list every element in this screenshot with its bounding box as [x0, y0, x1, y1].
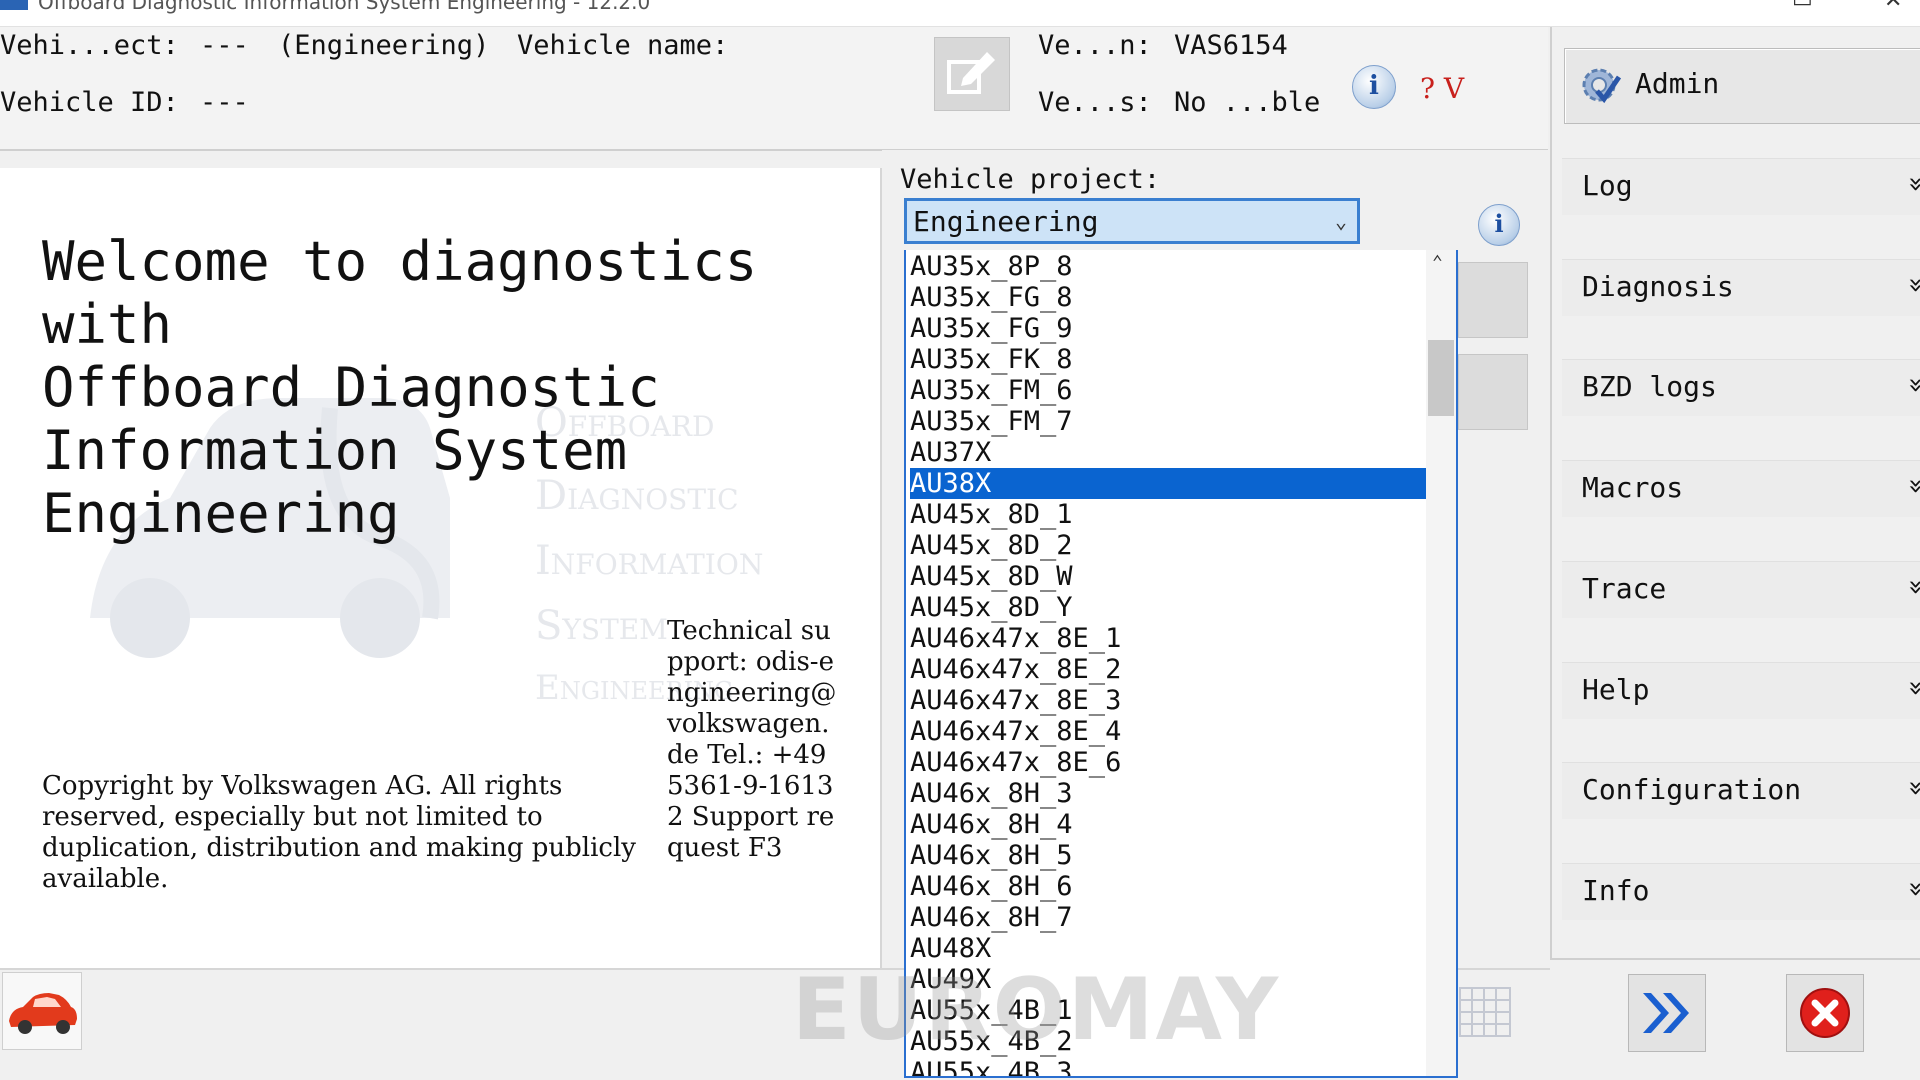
chevron-down-icon: ⌄: [1334, 209, 1347, 233]
close-icon: [1800, 988, 1850, 1038]
admin-button[interactable]: Admin: [1564, 48, 1920, 124]
sidebar-item-label: Macros: [1582, 471, 1684, 504]
welcome-title: Welcome to diagnostics with Offboard Dia…: [42, 230, 758, 545]
chevron-down-icon: »: [1901, 277, 1920, 285]
watermark-text: System: [535, 603, 668, 649]
vehicle-name-label: Vehicle name:: [517, 30, 729, 61]
chevron-down-icon: »: [1901, 478, 1920, 486]
vehicle-project-dropdown-list[interactable]: AU35x_8P_8 AU35x_FG_8 AU35x_FG_9 AU35x_FK_8…: [904, 250, 1458, 1078]
dropdown-option[interactable]: AU55x_4B_3: [910, 1057, 1428, 1076]
vehicle-project-selected-value: Engineering: [913, 205, 1099, 238]
dropdown-option[interactable]: AU35x_FM_6: [910, 375, 1428, 406]
vehicle-project-select[interactable]: Engineering ⌄: [904, 198, 1360, 244]
vehicle-id-label: Vehicle ID:: [0, 87, 179, 118]
dropdown-option[interactable]: AU45x_8D_Y: [910, 592, 1428, 623]
chevron-down-icon: »: [1901, 176, 1920, 184]
edit-vehicle-button[interactable]: [934, 37, 1010, 111]
exit-button[interactable]: [1786, 974, 1864, 1052]
dropdown-option[interactable]: AU46x47x_8E_2: [910, 654, 1428, 685]
help-v-indicator[interactable]: ? V: [1420, 72, 1464, 105]
vehicle-project-value: ---: [200, 30, 249, 61]
vehicle-project-label: Vehi...ect:: [0, 30, 179, 61]
sidebar-item-label: Log: [1582, 169, 1633, 202]
sidebar-item-label: Trace: [1582, 572, 1667, 605]
sidebar-item-info[interactable]: Info »: [1562, 863, 1920, 920]
dropdown-option[interactable]: AU46x_8H_4: [910, 809, 1428, 840]
vehicle-project-mode: (Engineering): [278, 30, 490, 61]
dropdown-option[interactable]: AU35x_FK_8: [910, 344, 1428, 375]
chevron-down-icon: »: [1901, 579, 1920, 587]
dropdown-option[interactable]: AU45x_8D_W: [910, 561, 1428, 592]
sidebar-item-configuration[interactable]: Configuration »: [1562, 762, 1920, 819]
window-title: Offboard Diagnostic Information System E…: [38, 0, 651, 14]
chevron-down-icon: »: [1901, 680, 1920, 688]
dropdown-option[interactable]: AU38X: [910, 468, 1428, 499]
vehicle-id-value: ---: [200, 87, 249, 118]
car-icon: [9, 993, 77, 1034]
admin-label: Admin: [1635, 67, 1720, 100]
info-icon[interactable]: i: [1352, 65, 1396, 109]
dropdown-option[interactable]: AU46x_8H_7: [910, 902, 1428, 933]
technical-support-text: Technical support: odis-engineering@volk…: [667, 616, 837, 863]
dropdown-option[interactable]: AU46x_8H_3: [910, 778, 1428, 809]
dropdown-option[interactable]: AU45x_8D_2: [910, 530, 1428, 561]
sidebar-item-label: Configuration: [1582, 773, 1802, 806]
double-chevron-right-icon: [1643, 993, 1689, 1033]
sidebar-item-log[interactable]: Log »: [1562, 158, 1920, 215]
copyright-text: Copyright by Volkswagen AG. All rights r…: [42, 771, 636, 894]
dropdown-option[interactable]: AU35x_FM_7: [910, 406, 1428, 437]
chevron-down-icon: »: [1901, 881, 1920, 889]
sidebar-item-trace[interactable]: Trace »: [1562, 561, 1920, 618]
app-icon: [0, 0, 28, 10]
sidebar-item-label: Info: [1582, 874, 1650, 907]
vin-value: VAS6154: [1174, 30, 1288, 61]
dropdown-option[interactable]: AU35x_FG_8: [910, 282, 1428, 313]
dropdown-scrollbar[interactable]: ⌃: [1426, 250, 1456, 1076]
scrollbar-thumb[interactable]: [1428, 340, 1454, 416]
dropdown-option[interactable]: AU35x_8P_8: [910, 251, 1428, 282]
vs-value: No ...ble: [1174, 87, 1321, 118]
dropdown-option[interactable]: AU46x47x_8E_6: [910, 747, 1428, 778]
sidebar-item-macros[interactable]: Macros »: [1562, 460, 1920, 517]
sidebar-item-label: Help: [1582, 673, 1650, 706]
grid-icon: [1459, 987, 1511, 1037]
dropdown-option[interactable]: AU46x47x_8E_1: [910, 623, 1428, 654]
euromay-watermark: EUROMAY: [792, 960, 1281, 1060]
window-close-button[interactable]: ✕: [1884, 0, 1902, 13]
side-action-button[interactable]: [1458, 354, 1528, 430]
sidebar-item-diagnosis[interactable]: Diagnosis »: [1562, 259, 1920, 316]
sidebar-item-label: BZD logs: [1582, 370, 1717, 403]
sidebar-item-help[interactable]: Help »: [1562, 662, 1920, 719]
forward-button[interactable]: [1628, 974, 1706, 1052]
welcome-panel: Offboard Diagnostic Information System E…: [0, 168, 882, 968]
dropdown-option[interactable]: AU45x_8D_1: [910, 499, 1428, 530]
dropdown-option[interactable]: AU46x47x_8E_4: [910, 716, 1428, 747]
dropdown-option[interactable]: AU46x47x_8E_3: [910, 685, 1428, 716]
sidebar-item-bzd-logs[interactable]: BZD logs »: [1562, 359, 1920, 416]
sidebar-bottom-bar: [1550, 958, 1920, 1080]
dropdown-option[interactable]: AU46x_8H_6: [910, 871, 1428, 902]
dropdown-option[interactable]: AU37X: [910, 437, 1428, 468]
dropdown-option[interactable]: AU46x_8H_5: [910, 840, 1428, 871]
sidebar-item-label: Diagnosis: [1582, 270, 1734, 303]
vehicle-project-info-icon[interactable]: i: [1478, 204, 1520, 246]
vehicle-button[interactable]: [2, 972, 82, 1050]
window-titlebar: Offboard Diagnostic Information System E…: [0, 0, 1920, 27]
scroll-up-icon[interactable]: ⌃: [1432, 252, 1443, 273]
vs-label: Ve...s:: [1038, 87, 1152, 118]
chevron-down-icon: »: [1901, 780, 1920, 788]
chevron-down-icon: »: [1901, 377, 1920, 385]
vin-label: Ve...n:: [1038, 30, 1152, 61]
vehicle-header: Vehi...ect: --- (Engineering) Vehicle na…: [0, 27, 1548, 151]
admin-gear-icon: [1582, 68, 1622, 104]
maximize-button[interactable]: ▭: [1792, 0, 1813, 13]
side-action-button[interactable]: [1458, 262, 1528, 338]
vehicle-project-label: Vehicle project:: [900, 164, 1161, 195]
edit-icon: [947, 52, 995, 94]
dropdown-option[interactable]: AU35x_FG_9: [910, 313, 1428, 344]
